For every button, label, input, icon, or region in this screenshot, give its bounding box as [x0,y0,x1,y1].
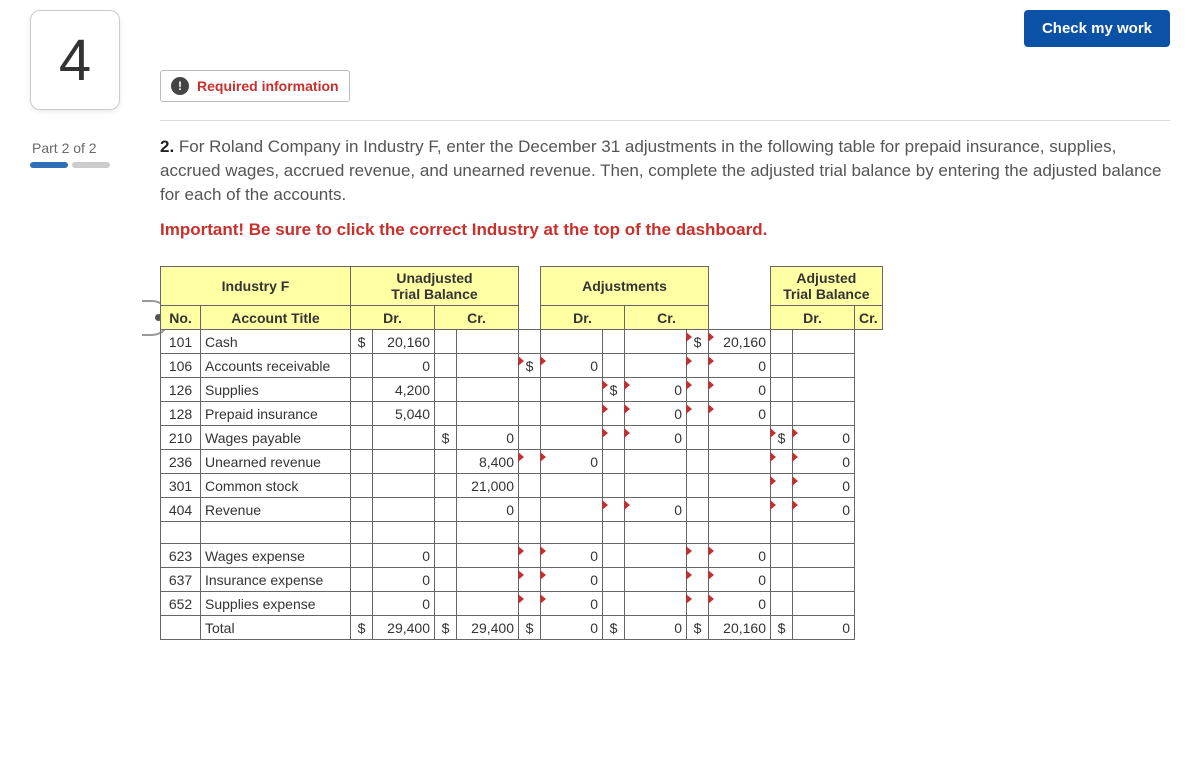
table-row: 106Accounts receivable0$00 [161,354,883,378]
col-no-header: No. [161,306,201,330]
part-label: Part 2 of 2 [30,140,150,156]
important-warning: Important! Be sure to click the correct … [160,220,1170,240]
table-row: 301Common stock21,0000 [161,474,883,498]
table-row: 652Supplies expense000 [161,592,883,616]
trial-balance-table: Industry F Unadjusted Trial Balance Adju… [160,266,883,640]
table-total-row: Total $ 29,400 $ 29,400 $ 0 $ 0 $ 20,160… [161,616,883,640]
col-u-dr-header: Dr. [351,306,435,330]
industry-header: Industry F [222,278,290,294]
required-information-toggle[interactable]: ! Required information [160,70,350,102]
table-row: 404Revenue000 [161,498,883,522]
col-a-dr-header: Dr. [541,306,625,330]
divider [160,120,1170,121]
col-title-header: Account Title [201,306,351,330]
table-spacer-row [161,522,883,544]
table-row: 236Unearned revenue8,40000 [161,450,883,474]
table-row: 101Cash$20,160$20,160 [161,330,883,354]
adjustments-header: Adjustments [541,267,709,306]
col-u-cr-header: Cr. [435,306,519,330]
unadjusted-header: Unadjusted Trial Balance [351,267,519,306]
check-my-work-button[interactable]: Check my work [1024,10,1170,47]
table-row: 623Wages expense000 [161,544,883,568]
table-row: 210Wages payable$00$0 [161,426,883,450]
part-progress [30,162,150,168]
col-at-cr-header: Cr. [855,306,883,330]
table-row: 126Supplies4,200$00 [161,378,883,402]
instruction-text: 2. For Roland Company in Industry F, ent… [160,135,1170,206]
adjusted-header: Adjusted Trial Balance [771,267,883,306]
col-at-dr-header: Dr. [771,306,855,330]
col-a-cr-header: Cr. [625,306,709,330]
info-icon: ! [171,77,189,95]
table-row: 637Insurance expense000 [161,568,883,592]
required-information-label: Required information [197,78,339,94]
table-row: 128Prepaid insurance5,04000 [161,402,883,426]
question-number-box: 4 [30,10,120,110]
